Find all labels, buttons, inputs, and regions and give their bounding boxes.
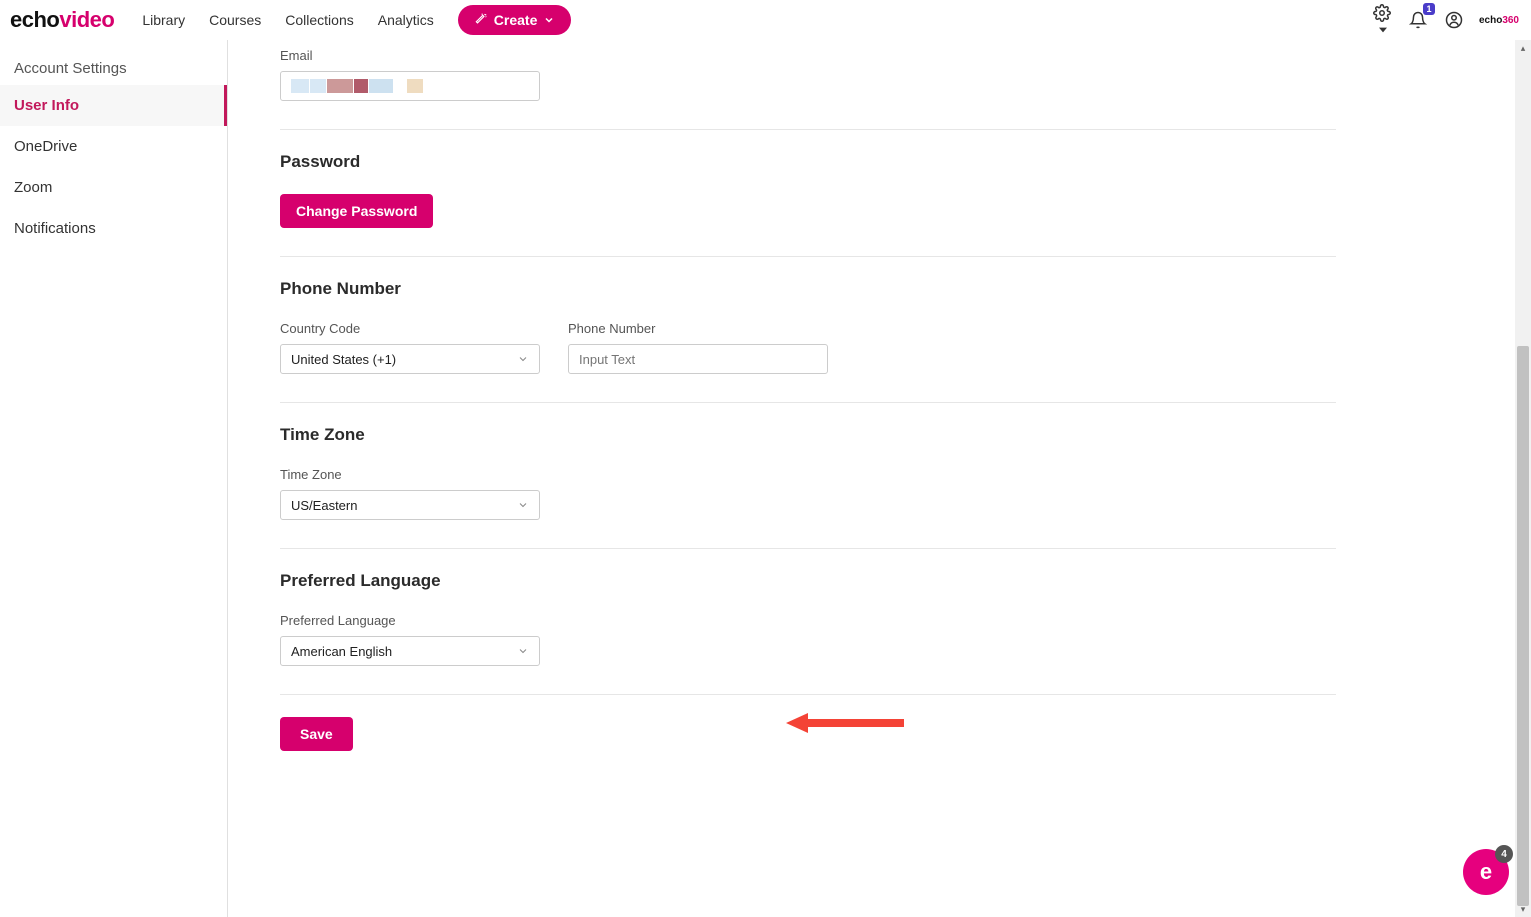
fab-badge: 4 <box>1495 845 1513 863</box>
account-button[interactable] <box>1443 9 1465 31</box>
notification-badge: 1 <box>1423 3 1435 15</box>
sidebar-item-notifications[interactable]: Notifications <box>0 208 227 249</box>
timezone-select[interactable]: US/Eastern <box>280 490 540 520</box>
main-content: Email <box>228 40 1388 819</box>
phone-number-input[interactable] <box>568 344 828 374</box>
create-label: Create <box>494 12 538 28</box>
nav-courses[interactable]: Courses <box>209 12 261 28</box>
chevron-down-icon <box>517 353 529 365</box>
nav-analytics[interactable]: Analytics <box>378 12 434 28</box>
save-button[interactable]: Save <box>280 717 353 751</box>
nav-collections[interactable]: Collections <box>285 12 353 28</box>
language-value: American English <box>291 644 392 659</box>
save-section: Save <box>280 695 1336 779</box>
header-right: 1 echo360 <box>1371 2 1519 39</box>
language-section: Preferred Language Preferred Language Am… <box>280 549 1336 695</box>
language-select[interactable]: American English <box>280 636 540 666</box>
sidebar-title: Account Settings <box>0 52 227 85</box>
language-title: Preferred Language <box>280 571 1336 591</box>
chevron-down-icon <box>543 14 555 26</box>
timezone-section: Time Zone Time Zone US/Eastern <box>280 403 1336 549</box>
sidebar: Account Settings User Info OneDrive Zoom… <box>0 40 228 917</box>
sidebar-item-zoom[interactable]: Zoom <box>0 167 227 208</box>
create-button[interactable]: Create <box>458 5 572 35</box>
timezone-value: US/Eastern <box>291 498 357 513</box>
nav-library[interactable]: Library <box>142 12 185 28</box>
chevron-down-icon <box>517 499 529 511</box>
scroll-up-button[interactable]: ▴ <box>1515 40 1531 56</box>
country-code-value: United States (+1) <box>291 352 396 367</box>
caret-down-icon <box>1379 26 1387 34</box>
brand-mini-1: echo <box>1479 15 1502 26</box>
sidebar-item-onedrive[interactable]: OneDrive <box>0 126 227 167</box>
timezone-title: Time Zone <box>280 425 1336 445</box>
language-label: Preferred Language <box>280 613 1336 628</box>
email-section: Email <box>280 40 1336 130</box>
email-masked-value <box>291 79 423 93</box>
top-header: echovideo Library Courses Collections An… <box>0 0 1531 40</box>
user-circle-icon <box>1445 11 1463 29</box>
email-label: Email <box>280 48 1336 63</box>
brand-mini[interactable]: echo360 <box>1479 15 1519 26</box>
phone-title: Phone Number <box>280 279 1336 299</box>
brand-mini-2: 360 <box>1502 15 1519 26</box>
vertical-scrollbar[interactable]: ▴ ▾ <box>1515 40 1531 917</box>
scroll-down-button[interactable]: ▾ <box>1515 901 1531 917</box>
password-section: Password Change Password <box>280 130 1336 257</box>
chevron-down-icon <box>517 645 529 657</box>
logo[interactable]: echovideo <box>10 7 114 33</box>
logo-text-2: video <box>59 7 114 32</box>
gear-icon <box>1373 4 1391 22</box>
password-title: Password <box>280 152 1336 172</box>
change-password-button[interactable]: Change Password <box>280 194 433 228</box>
fab-letter: e <box>1480 859 1492 885</box>
notifications-button[interactable]: 1 <box>1407 9 1429 31</box>
timezone-label: Time Zone <box>280 467 1336 482</box>
magic-wand-icon <box>474 13 488 27</box>
email-field[interactable] <box>280 71 540 101</box>
scroll-thumb[interactable] <box>1517 346 1529 906</box>
sidebar-item-user-info[interactable]: User Info <box>0 85 227 126</box>
country-code-select[interactable]: United States (+1) <box>280 344 540 374</box>
logo-text-1: echo <box>10 7 59 32</box>
phone-section: Phone Number Country Code United States … <box>280 257 1336 403</box>
country-code-label: Country Code <box>280 321 540 336</box>
main-nav: Library Courses Collections Analytics Cr… <box>142 5 571 35</box>
settings-button[interactable] <box>1371 2 1393 39</box>
help-fab[interactable]: e 4 <box>1463 849 1509 895</box>
phone-number-label: Phone Number <box>568 321 828 336</box>
